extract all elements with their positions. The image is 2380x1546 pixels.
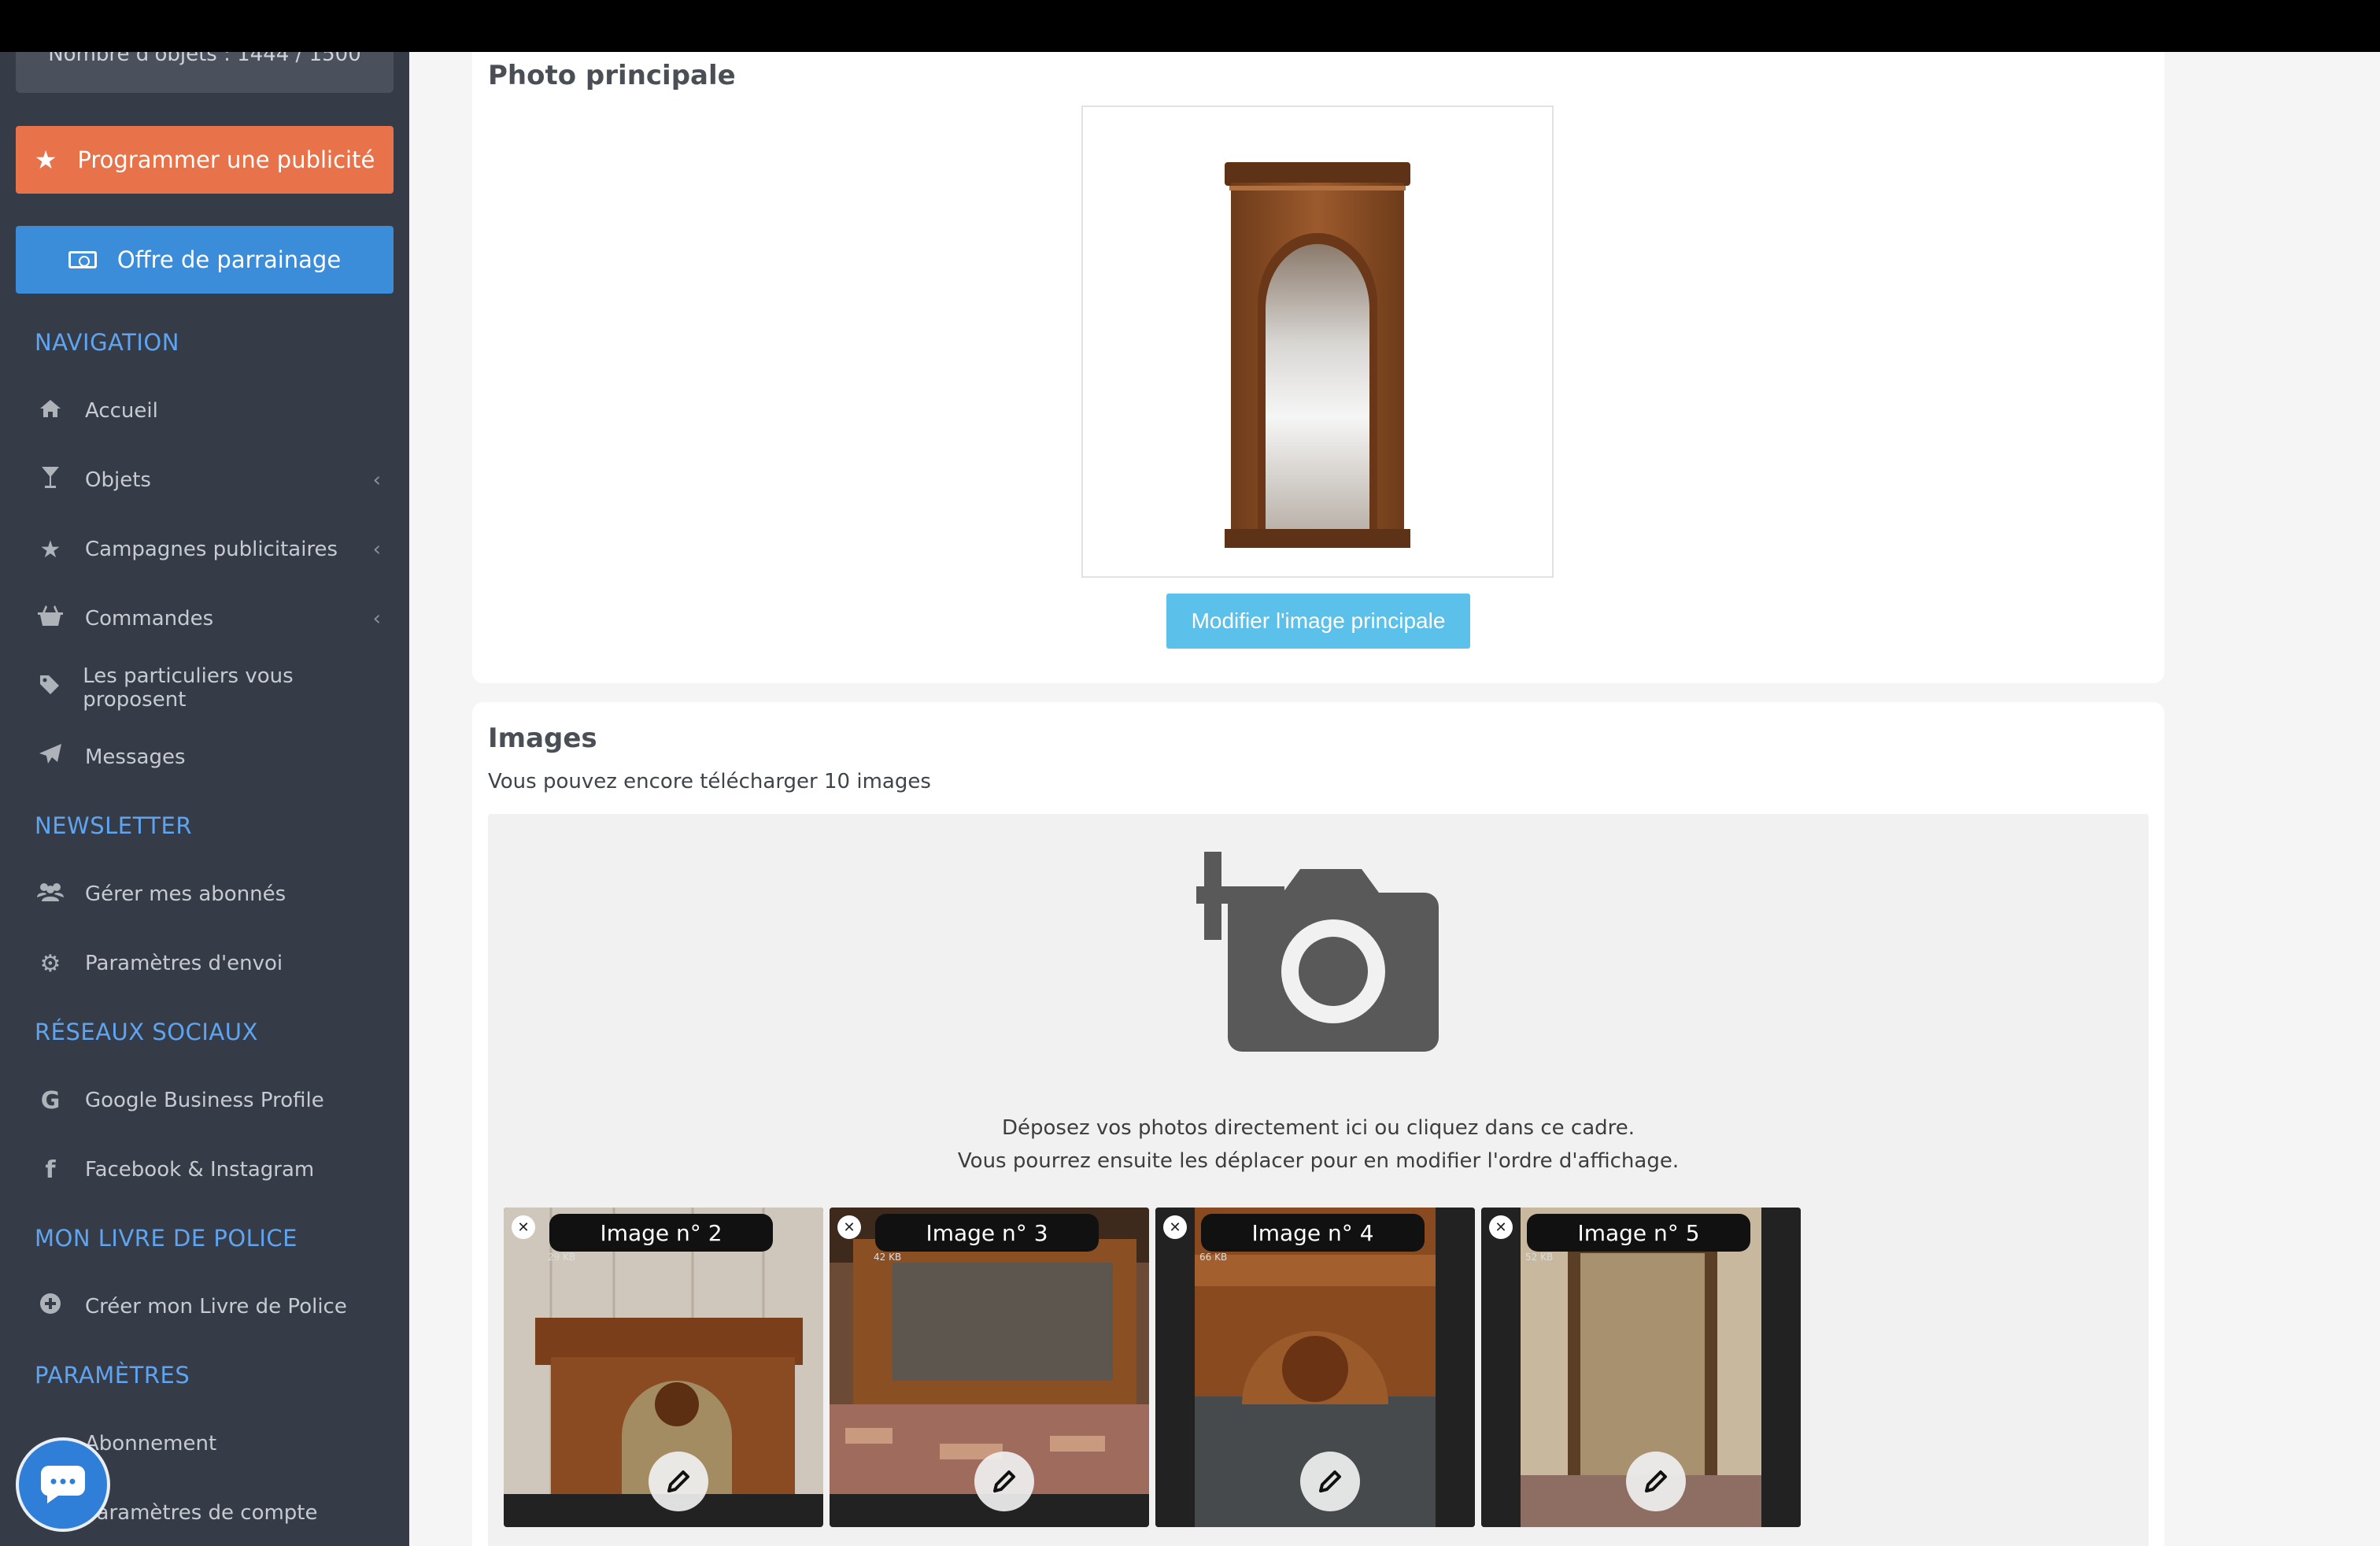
main-photo-preview[interactable]	[1081, 105, 1554, 578]
sidebar-item-subscribers[interactable]: Gérer mes abonnés	[35, 871, 381, 918]
sidebar-item-facebook[interactable]: f Facebook & Instagram	[35, 1146, 381, 1193]
plus-circle-icon	[35, 1293, 66, 1321]
chevron-left-icon: ‹	[372, 468, 381, 492]
gear-icon: ⚙	[39, 949, 61, 978]
drop-instruction-1: Déposez vos photos directement ici ou cl…	[1001, 1116, 1635, 1140]
pencil-icon	[667, 1470, 689, 1492]
mirror-image	[1225, 162, 1410, 548]
image-thumbnail[interactable]: ✕ Image n° 4 66 KB	[1155, 1208, 1475, 1527]
referral-offer-label: Offre de parrainage	[116, 246, 342, 273]
sidebar-item-label: Paramètres d'envoi	[85, 952, 283, 975]
thumbnail-size: 29 KB	[548, 1252, 576, 1263]
sidebar-item-label: Google Business Profile	[85, 1089, 324, 1112]
images-title: Images	[488, 723, 597, 754]
basket-icon	[35, 605, 66, 633]
chevron-left-icon: ‹	[372, 538, 381, 561]
remove-image-button[interactable]: ✕	[512, 1215, 535, 1239]
section-police: MON LIVRE DE POLICE	[35, 1225, 298, 1252]
google-icon: G	[40, 1086, 61, 1115]
image-thumbnail[interactable]: ✕ Image n° 2 29 KB	[504, 1208, 823, 1527]
sidebar: Nombre d'objets : 1444 / 1500 ★ Programm…	[0, 0, 409, 1546]
image-thumbnail[interactable]: ✕ Image n° 3 42 KB	[830, 1208, 1149, 1527]
upload-dropzone[interactable]: Déposez vos photos directement ici ou cl…	[488, 814, 2149, 1546]
sidebar-item-objects[interactable]: Objets ‹	[35, 457, 381, 504]
camera-plus-icon	[1196, 834, 1440, 1055]
section-newsletter: NEWSLETTER	[35, 812, 192, 839]
section-social: RÉSEAUX SOCIAUX	[35, 1019, 258, 1045]
sidebar-item-individuals[interactable]: Les particuliers vous proposent	[35, 664, 381, 712]
sidebar-item-home[interactable]: Accueil	[35, 387, 381, 435]
sidebar-item-create-police[interactable]: Créer mon Livre de Police	[35, 1283, 381, 1330]
chevron-left-icon: ‹	[372, 607, 381, 631]
sidebar-item-orders[interactable]: Commandes ‹	[35, 595, 381, 642]
thumbnail-size: 52 KB	[1525, 1252, 1554, 1263]
edit-image-button[interactable]	[649, 1452, 708, 1511]
pencil-icon	[993, 1470, 1015, 1492]
sidebar-item-label: Paramètres de compte	[85, 1501, 318, 1525]
edit-image-button[interactable]	[1300, 1452, 1360, 1511]
sidebar-item-label: Messages	[85, 745, 186, 769]
window-top-bar	[0, 0, 2380, 52]
main-photo-title: Photo principale	[488, 60, 736, 91]
thumbnail-size: 42 KB	[874, 1252, 902, 1263]
modify-main-image-button[interactable]: Modifier l'image principale	[1166, 594, 1470, 649]
sidebar-item-campaigns[interactable]: ★ Campagnes publicitaires ‹	[35, 526, 381, 573]
remove-image-button[interactable]: ✕	[837, 1215, 861, 1239]
home-icon	[35, 398, 66, 425]
sidebar-item-label: Accueil	[85, 399, 158, 423]
sidebar-item-label: Créer mon Livre de Police	[85, 1295, 347, 1319]
sidebar-item-label: Campagnes publicitaires	[85, 538, 338, 561]
remove-image-button[interactable]: ✕	[1489, 1215, 1513, 1239]
chat-icon	[40, 1466, 85, 1503]
pencil-icon	[1645, 1470, 1667, 1492]
facebook-icon: f	[45, 1156, 56, 1184]
chat-widget-button[interactable]	[16, 1437, 110, 1532]
schedule-ad-label: Programmer une publicité	[77, 146, 375, 173]
remove-image-button[interactable]: ✕	[1163, 1215, 1187, 1239]
sidebar-item-label: Abonnement	[85, 1432, 217, 1455]
sidebar-item-label: Facebook & Instagram	[85, 1158, 315, 1182]
edit-image-button[interactable]	[1626, 1452, 1686, 1511]
sidebar-item-label: Gérer mes abonnés	[85, 882, 286, 906]
tag-icon	[35, 674, 64, 702]
section-settings: PARAMÈTRES	[35, 1362, 190, 1389]
money-icon	[68, 251, 97, 268]
sidebar-item-messages[interactable]: Messages	[35, 734, 381, 781]
main-photo-card: Photo principale Modifier l'image princi…	[472, 31, 2164, 683]
sidebar-item-send-settings[interactable]: ⚙ Paramètres d'envoi	[35, 940, 381, 987]
image-thumbnail[interactable]: ✕ Image n° 5 52 KB	[1481, 1208, 1801, 1527]
paper-plane-icon	[35, 743, 66, 771]
remaining-uploads-text: Vous pouvez encore télécharger 10 images	[488, 770, 931, 793]
thumbnail-label: Image n° 5	[1527, 1214, 1750, 1252]
drop-instruction-2: Vous pourrez ensuite les déplacer pour e…	[957, 1149, 1680, 1173]
schedule-ad-button[interactable]: ★ Programmer une publicité	[16, 126, 394, 194]
referral-offer-button[interactable]: Offre de parrainage	[16, 226, 394, 294]
images-card: Images Vous pouvez encore télécharger 10…	[472, 702, 2164, 1546]
section-navigation: NAVIGATION	[35, 329, 179, 356]
glass-icon	[35, 465, 66, 495]
sidebar-item-label: Objets	[85, 468, 151, 492]
pencil-icon	[1319, 1470, 1341, 1492]
users-icon	[35, 881, 66, 908]
sidebar-item-label: Commandes	[85, 607, 214, 631]
thumbnail-size: 66 KB	[1199, 1252, 1228, 1263]
sidebar-item-google[interactable]: G Google Business Profile	[35, 1077, 381, 1124]
star-icon: ★	[34, 145, 57, 175]
thumbnail-label: Image n° 2	[549, 1214, 773, 1252]
star-icon: ★	[39, 535, 61, 564]
thumbnail-label: Image n° 3	[875, 1214, 1099, 1252]
sidebar-item-label: Les particuliers vous proposent	[83, 664, 294, 712]
thumbnail-label: Image n° 4	[1201, 1214, 1425, 1252]
edit-image-button[interactable]	[974, 1452, 1034, 1511]
